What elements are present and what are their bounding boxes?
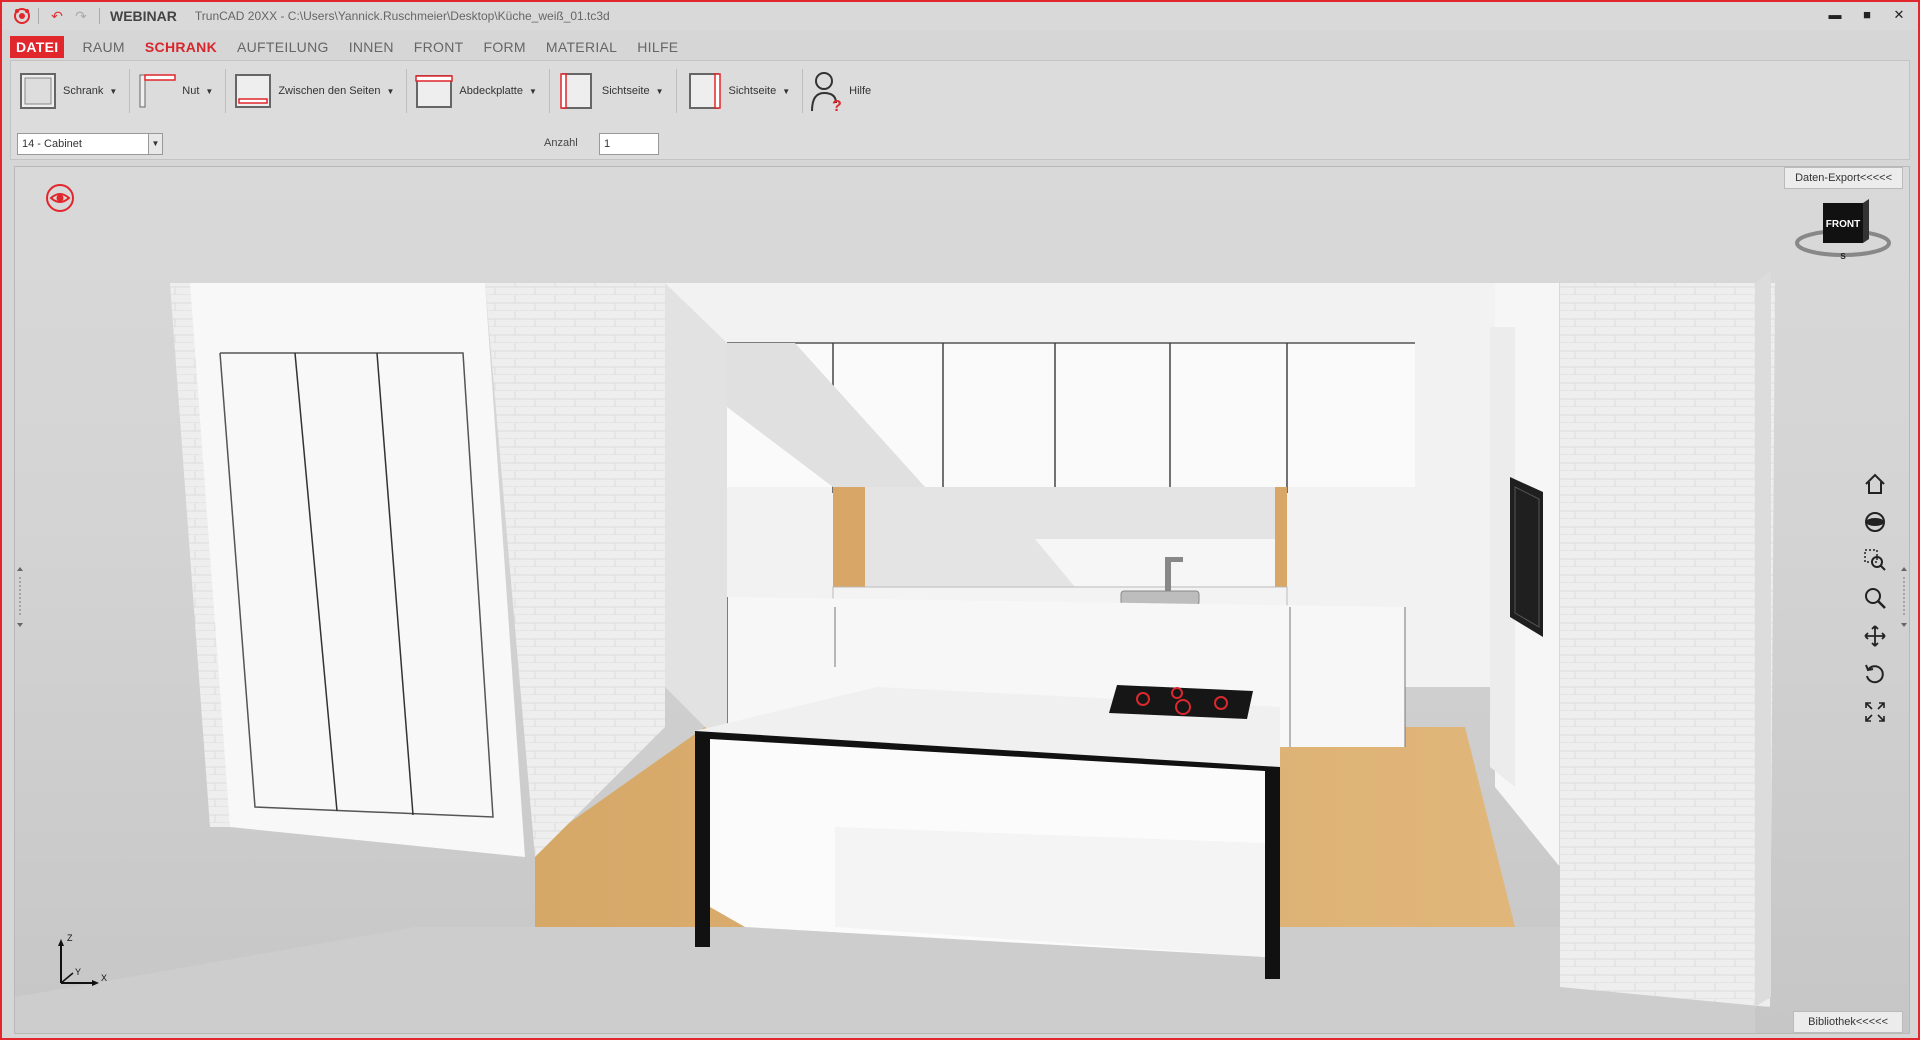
faucet [1165, 557, 1171, 591]
visible-side-right-icon [683, 70, 725, 112]
niche-wood-right [1275, 487, 1287, 587]
nut-button[interactable]: Nut ▼ [136, 68, 219, 114]
dropdown-caret-icon[interactable]: ▼ [386, 87, 394, 96]
ribbon-separator [225, 69, 227, 113]
file-path: TrunCAD 20XX - C:\Users\Yannick.Ruschmei… [194, 9, 610, 23]
bibliothek-button[interactable]: Bibliothek<<<<< [1793, 1011, 1903, 1033]
maximize-button[interactable]: ■ [1858, 6, 1876, 24]
minimize-button[interactable]: ▬ [1826, 6, 1844, 24]
dropdown-caret-icon[interactable]: ▼ [782, 87, 790, 96]
cabinet-type-value: 14 - Cabinet [22, 138, 82, 150]
axis-z-label: Z [67, 933, 73, 943]
hilfe-label: Hilfe [849, 85, 872, 97]
cabinet-icon [17, 70, 59, 112]
schrank-button[interactable]: Schrank ▼ [17, 68, 123, 114]
dropdown-caret-icon[interactable]: ▼ [529, 87, 537, 96]
rotate-icon[interactable] [1861, 661, 1889, 687]
menu-hilfe[interactable]: HILFE [627, 36, 688, 58]
ribbon-separator [675, 69, 677, 113]
sichtseite-right-label: Sichtseite [728, 85, 777, 97]
island-leg-left [695, 739, 710, 947]
menu-material[interactable]: MATERIAL [536, 36, 627, 58]
ribbon-separator [129, 69, 131, 113]
ribbon-separator [548, 69, 550, 113]
app-name: WEBINAR [110, 8, 177, 24]
ribbon: Schrank ▼ Nut ▼ Zwischen den Seiten ▼ Ab… [10, 60, 1910, 160]
navcube-front-label: FRONT [1826, 219, 1860, 230]
abdeckplatte-label: Abdeckplatte [459, 85, 523, 97]
floor-base [15, 927, 1755, 1033]
kitchen-3d-scene[interactable] [15, 167, 1910, 1034]
zoom-window-icon[interactable] [1861, 547, 1889, 573]
home-icon[interactable] [1861, 471, 1889, 497]
right-brick-pillar [1560, 283, 1775, 1007]
right-brick-side [1755, 271, 1771, 1007]
anzahl-label: Anzahl [544, 137, 578, 149]
light-patch [1035, 539, 1275, 587]
app-window: ↶ ↷ WEBINAR TrunCAD 20XX - C:\Users\Yann… [0, 0, 1920, 1040]
compass-s-label: S [1840, 252, 1846, 261]
niche-wood-left [833, 487, 865, 587]
dropdown-caret-icon[interactable]: ▼ [109, 87, 117, 96]
anzahl-input[interactable]: 1 [599, 133, 659, 155]
help-person-icon: ? [809, 69, 845, 113]
cover-plate-icon [413, 70, 455, 112]
close-button[interactable]: ✕ [1890, 6, 1908, 24]
redo-icon[interactable]: ↷ [73, 8, 89, 24]
hilfe-button[interactable]: ? Hilfe [809, 68, 877, 114]
title-separator [99, 8, 100, 24]
svg-text:?: ? [832, 98, 842, 113]
menu-datei[interactable]: DATEI [10, 36, 65, 58]
chevron-down-icon[interactable]: ▼ [148, 134, 162, 154]
title-separator [38, 8, 39, 24]
left-inner-wall [665, 283, 727, 747]
orbit-icon[interactable] [1861, 509, 1889, 535]
menu-front[interactable]: FRONT [404, 36, 474, 58]
schrank-label: Schrank [63, 85, 104, 97]
zwischen-den-seiten-button[interactable]: Zwischen den Seiten ▼ [232, 68, 400, 114]
right-panel-grip-icon[interactable] [1901, 567, 1907, 627]
axis-indicator: Z Y X [51, 933, 111, 993]
menu-innen[interactable]: INNEN [339, 36, 404, 58]
axis-y-label: Y [75, 967, 81, 977]
sichtseite-left-button[interactable]: Sichtseite ▼ [556, 68, 670, 114]
ribbon-options: 14 - Cabinet ▼ Anzahl 1 [17, 133, 717, 155]
groove-icon [136, 70, 178, 112]
abdeckplatte-button[interactable]: Abdeckplatte ▼ [413, 68, 543, 114]
menu-form[interactable]: FORM [473, 36, 535, 58]
view-tools [1861, 471, 1891, 725]
cabinet-type-select[interactable]: 14 - Cabinet ▼ [17, 133, 163, 155]
window-controls: ▬ ■ ✕ [1826, 6, 1908, 24]
zoom-icon[interactable] [1861, 585, 1889, 611]
ribbon-separator [406, 69, 408, 113]
undo-icon[interactable]: ↶ [49, 8, 65, 24]
sichtseite-left-label: Sichtseite [601, 85, 650, 97]
menu-schrank[interactable]: SCHRANK [135, 36, 227, 58]
app-logo-icon[interactable] [12, 6, 32, 26]
left-panel-grip-icon[interactable] [17, 567, 23, 627]
axis-x-label: X [101, 973, 107, 983]
daten-export-button[interactable]: Daten-Export<<<<< [1784, 167, 1903, 189]
dropdown-caret-icon[interactable]: ▼ [205, 87, 213, 96]
sink [1120, 590, 1200, 606]
ribbon-separator [802, 69, 804, 113]
dropdown-caret-icon[interactable]: ▼ [656, 87, 664, 96]
island-leg-right [1265, 771, 1280, 979]
between-sides-icon [232, 70, 274, 112]
faucet-spout [1165, 557, 1183, 562]
ribbon-tools: Schrank ▼ Nut ▼ Zwischen den Seiten ▼ Ab… [17, 67, 877, 115]
menu-bar: DATEI RAUM SCHRANK AUFTEILUNG INNEN FRON… [10, 36, 688, 58]
visible-side-left-icon [556, 70, 598, 112]
sichtseite-right-button[interactable]: Sichtseite ▼ [683, 68, 797, 114]
menu-raum[interactable]: RAUM [72, 36, 134, 58]
zwischen-label: Zwischen den Seiten [278, 85, 381, 97]
fit-all-icon[interactable] [1861, 699, 1889, 725]
3d-viewport[interactable]: Daten-Export<<<<< FRONT S Z Y X Biblioth… [14, 166, 1910, 1034]
pan-icon[interactable] [1861, 623, 1889, 649]
title-bar: ↶ ↷ WEBINAR TrunCAD 20XX - C:\Users\Yann… [2, 2, 1918, 30]
visibility-eye-icon[interactable] [45, 183, 75, 213]
nut-label: Nut [182, 85, 200, 97]
menu-aufteilung[interactable]: AUFTEILUNG [227, 36, 339, 58]
navigation-cube[interactable]: FRONT S [1793, 197, 1893, 267]
